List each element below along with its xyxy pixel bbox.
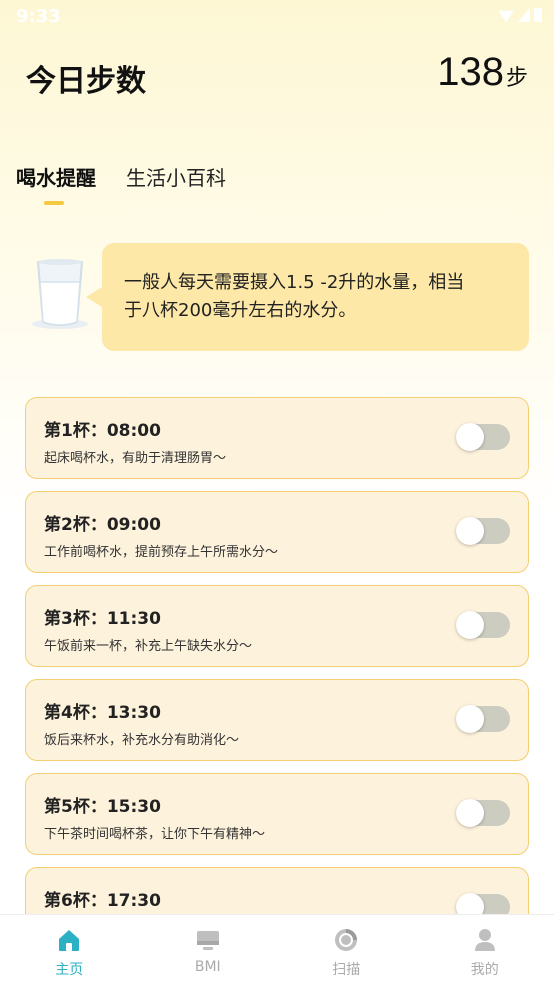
nav-item-scan[interactable]: 扫描 (277, 915, 416, 984)
monitor-icon (196, 931, 219, 950)
toggle-knob (456, 611, 484, 639)
home-icon (59, 930, 80, 951)
toggle-knob (456, 893, 484, 914)
toggle-knob (456, 799, 484, 827)
scan-icon (335, 929, 358, 951)
cup-title: 第4杯：13:30 (44, 703, 161, 723)
cup-reminder-card: 第6杯：17:30 (25, 867, 529, 914)
toggle-knob (456, 517, 484, 545)
water-glass-icon (32, 259, 88, 329)
nav-label-home: 主页 (55, 962, 84, 978)
step-count-unit: 步 (505, 66, 528, 91)
cup-title: 第2杯：09:00 (44, 515, 161, 535)
status-icons (498, 8, 542, 22)
bottom-nav: 主页 BMI 扫描 我的 (0, 914, 554, 984)
reminder-toggle[interactable] (456, 611, 510, 639)
cup-reminder-card: 第4杯：13:30 饭后来杯水，补充水分有助消化～ (25, 679, 529, 761)
tab-bar: 喝水提醒 生活小百科 (16, 162, 226, 191)
cup-title: 第5杯：15:30 (44, 797, 161, 817)
water-tip-line-1: 一般人每天需要摄入1.5 -2升的水量，相当 (124, 272, 465, 293)
cup-reminder-list: 第1杯：08:00 起床喝杯水，有助于清理肠胃～ 第2杯：09:00 工作前喝杯… (25, 397, 529, 914)
reminder-toggle[interactable] (456, 705, 510, 733)
status-time: 9:33 (16, 6, 61, 27)
cup-description: 午饭前来一杯，补充上午缺失水分～ (44, 639, 253, 654)
tab-water-reminder[interactable]: 喝水提醒 (16, 162, 96, 191)
user-icon (474, 929, 495, 951)
cup-reminder-card: 第2杯：09:00 工作前喝杯水，提前预存上午所需水分～ (25, 491, 529, 573)
wifi-icon (498, 10, 514, 22)
reminder-toggle[interactable] (456, 893, 510, 914)
water-tip-bubble: 一般人每天需要摄入1.5 -2升的水量，相当 于八杯200毫升左右的水分。 (86, 243, 529, 351)
nav-item-bmi[interactable]: BMI (139, 915, 278, 984)
cup-title: 第3杯：11:30 (44, 609, 161, 629)
toggle-knob (456, 705, 484, 733)
tab-indicator (44, 201, 64, 205)
toggle-knob (456, 423, 484, 451)
cup-title: 第1杯：08:00 (44, 421, 161, 441)
status-bar: 9:33 (0, 0, 554, 34)
nav-item-home[interactable]: 主页 (0, 915, 139, 984)
water-tip-line-2: 于八杯200毫升左右的水分。 (124, 300, 357, 321)
cup-title: 第6杯：17:30 (44, 891, 161, 911)
cup-reminder-card: 第5杯：15:30 下午茶时间喝杯茶，让你下午有精神～ (25, 773, 529, 855)
cup-description: 饭后来杯水，补充水分有助消化～ (44, 733, 240, 748)
cup-reminder-card: 第3杯：11:30 午饭前来一杯，补充上午缺失水分～ (25, 585, 529, 667)
nav-label-scan: 扫描 (332, 962, 361, 978)
cup-reminder-card: 第1杯：08:00 起床喝杯水，有助于清理肠胃～ (25, 397, 529, 479)
reminder-toggle[interactable] (456, 517, 510, 545)
cup-description: 工作前喝杯水，提前预存上午所需水分～ (44, 545, 279, 560)
tab-life-encyclopedia[interactable]: 生活小百科 (126, 162, 226, 191)
reminder-toggle[interactable] (456, 423, 510, 451)
cup-description: 下午茶时间喝杯茶，让你下午有精神～ (44, 827, 266, 842)
nav-item-mine[interactable]: 我的 (416, 915, 554, 984)
signal-icon (518, 8, 530, 22)
nav-label-mine: 我的 (470, 962, 499, 978)
reminder-toggle[interactable] (456, 799, 510, 827)
step-count-value: 138 (437, 50, 504, 94)
nav-label-bmi: BMI (194, 959, 221, 975)
step-count: 138 步 (437, 50, 528, 95)
battery-icon (534, 8, 542, 22)
page-title: 今日步数 (26, 64, 146, 99)
cup-description: 起床喝杯水，有助于清理肠胃～ (44, 451, 227, 466)
